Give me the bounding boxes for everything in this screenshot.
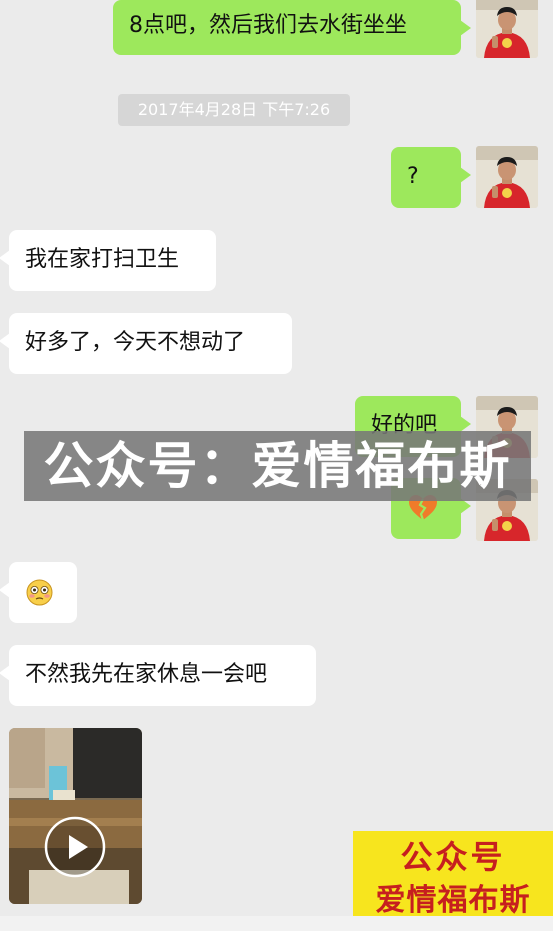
- watermark-banner: 公众号：爱情福布斯: [24, 431, 531, 501]
- message-bubble-received[interactable]: [0, 562, 77, 623]
- message-text: 好多了，今天不想动了: [25, 330, 246, 355]
- avatar[interactable]: [476, 0, 538, 58]
- video-message[interactable]: [9, 728, 142, 904]
- message-text: 我在家打扫卫生: [25, 247, 180, 272]
- message-text: 不然我先在家休息一会吧: [25, 662, 268, 687]
- chat-timestamp: 2017年4月28日 下午7:26: [118, 94, 350, 126]
- flushed-face-icon: [26, 579, 53, 615]
- message-bubble-sent[interactable]: ?: [391, 147, 471, 208]
- message-text: 8点吧，然后我们去水街坐坐: [129, 13, 407, 38]
- play-icon[interactable]: [44, 816, 106, 882]
- message-bubble-sent[interactable]: 8点吧，然后我们去水街坐坐: [113, 0, 471, 55]
- message-bubble-received[interactable]: 我在家打扫卫生: [0, 230, 216, 291]
- input-bar-edge: [0, 916, 553, 931]
- message-bubble-received[interactable]: 好多了，今天不想动了: [0, 313, 292, 374]
- avatar[interactable]: [476, 146, 538, 208]
- message-bubble-received[interactable]: 不然我先在家休息一会吧: [0, 645, 316, 706]
- message-text: ?: [407, 164, 419, 189]
- watermark-corner-line1: 公众号: [400, 838, 506, 876]
